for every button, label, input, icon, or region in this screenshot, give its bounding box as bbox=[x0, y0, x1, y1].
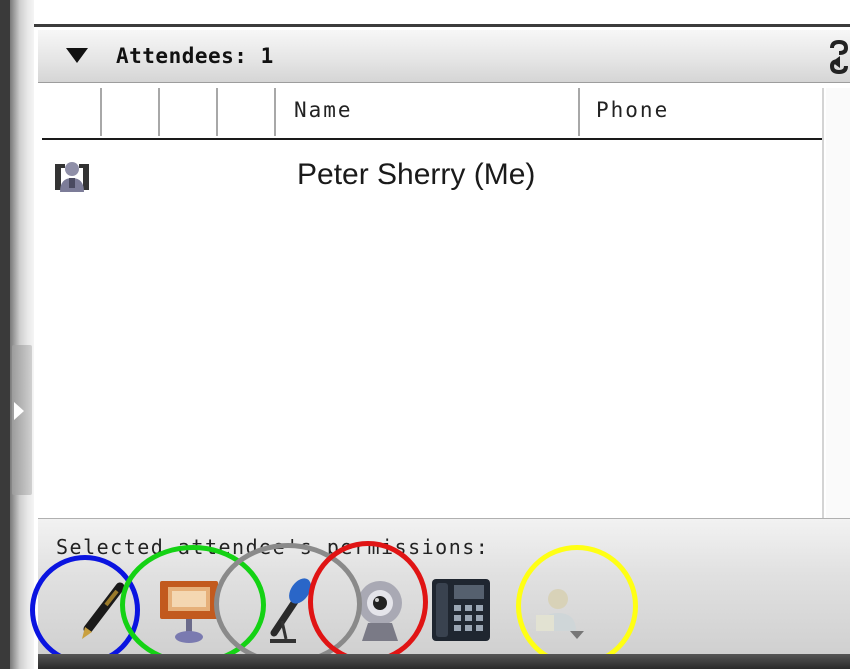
left-sidebar-collapsed bbox=[0, 0, 34, 669]
attendee-name: Peter Sherry (Me) bbox=[297, 158, 536, 191]
column-header-audio[interactable] bbox=[160, 88, 218, 136]
phone-icon[interactable] bbox=[430, 577, 492, 643]
permissions-panel: Selected attendee's permissions: bbox=[30, 518, 850, 667]
refresh-icon[interactable] bbox=[828, 39, 850, 81]
column-header-phone[interactable]: Phone bbox=[580, 88, 824, 136]
column-header-status[interactable] bbox=[42, 88, 102, 136]
table-right-border bbox=[822, 88, 824, 518]
table-scroll-area[interactable] bbox=[826, 88, 850, 518]
annotation-circle-yellow bbox=[516, 545, 638, 667]
column-header-video[interactable] bbox=[218, 88, 276, 136]
left-sidebar-edge bbox=[0, 0, 10, 669]
attendees-count-title: Attendees: 1 bbox=[116, 44, 274, 68]
column-header-name[interactable]: Name bbox=[276, 88, 580, 136]
attendee-table-header: Name Phone bbox=[42, 88, 824, 140]
annotation-circle-red bbox=[308, 541, 428, 663]
column-phone-label: Phone bbox=[596, 98, 670, 122]
panel-divider bbox=[34, 24, 850, 27]
table-row[interactable]: Peter Sherry (Me) bbox=[42, 148, 822, 198]
presenter-avatar-icon bbox=[55, 162, 89, 192]
column-name-label: Name bbox=[294, 98, 353, 122]
attendees-panel-header[interactable]: Attendees: 1 bbox=[38, 30, 850, 83]
column-header-role[interactable] bbox=[102, 88, 160, 136]
sidebar-expand-handle[interactable] bbox=[12, 345, 32, 495]
attendee-list: Peter Sherry (Me) bbox=[42, 140, 822, 518]
collapse-triangle-icon[interactable] bbox=[66, 48, 88, 63]
window-bottom-edge bbox=[38, 654, 850, 669]
expand-arrow-icon[interactable] bbox=[14, 402, 24, 420]
